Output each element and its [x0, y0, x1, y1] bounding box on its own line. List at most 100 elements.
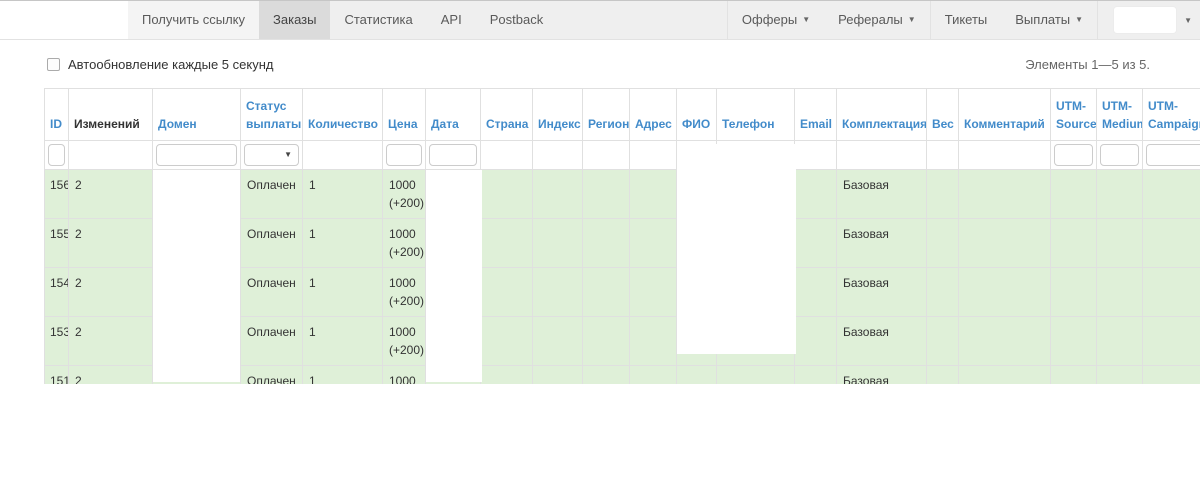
cell-changes: 2	[69, 268, 153, 317]
logo-placeholder	[0, 1, 128, 39]
cell-package: Базовая	[837, 170, 927, 219]
filter-utm-medium-input[interactable]	[1100, 144, 1139, 166]
price-value: 1000	[389, 374, 416, 384]
filter-row: ▼	[45, 141, 1200, 170]
caret-down-icon: ▼	[802, 15, 810, 24]
caret-down-icon: ▼	[1184, 16, 1192, 25]
column-header-quantity[interactable]: Количество	[303, 89, 383, 141]
cell-quantity: 1	[303, 317, 383, 366]
cell-payment-status: Оплачен	[241, 317, 303, 366]
cell-quantity: 1	[303, 268, 383, 317]
filter-id-input[interactable]	[48, 144, 65, 166]
redaction-date-column	[426, 170, 482, 382]
autorefresh-checkbox[interactable]	[47, 58, 60, 71]
filter-date-input[interactable]	[429, 144, 477, 166]
price-bonus-value: (+200)	[389, 196, 424, 210]
cell-payment-status: Оплачен	[241, 170, 303, 219]
column-header-zip[interactable]: Индекс	[533, 89, 583, 141]
cell-changes: 2	[69, 170, 153, 219]
cell-order-id: 151	[45, 366, 69, 385]
cell-payment-status: Оплачен	[241, 268, 303, 317]
column-header-date[interactable]: Дата	[426, 89, 481, 141]
column-header-changes: Изменений	[69, 89, 153, 141]
price-bonus-value: (+200)	[389, 343, 424, 357]
column-header-email[interactable]: Email	[795, 89, 837, 141]
price-bonus-value: (+200)	[389, 294, 424, 308]
nav-item-tickets[interactable]: Тикеты	[930, 1, 1002, 39]
nav-item-statistics[interactable]: Статистика	[330, 1, 426, 39]
nav-item-offers[interactable]: Офферы ▼	[727, 1, 824, 39]
username-placeholder	[1114, 7, 1176, 33]
nav-item-postback[interactable]: Postback	[476, 1, 557, 39]
cell-package: Базовая	[837, 366, 927, 385]
caret-down-icon: ▼	[284, 150, 292, 159]
column-header-phone[interactable]: Телефон	[717, 89, 795, 141]
column-header-domain[interactable]: Домен	[153, 89, 241, 141]
caret-down-icon: ▼	[908, 15, 916, 24]
cell-package: Базовая	[837, 268, 927, 317]
cell-order-id: 154	[45, 268, 69, 317]
filter-domain-input[interactable]	[156, 144, 237, 166]
cell-order-id: 153	[45, 317, 69, 366]
redaction-fio-phone-columns	[677, 144, 796, 354]
nav-item-payouts-label: Выплаты	[1015, 12, 1070, 27]
orders-table-container: ID Изменений Домен Статус выплаты Количе…	[44, 88, 1200, 384]
cell-quantity: 1	[303, 170, 383, 219]
price-bonus-value: (+200)	[389, 245, 424, 259]
column-header-id[interactable]: ID	[45, 89, 69, 141]
nav-item-referrals-label: Рефералы	[838, 12, 903, 27]
cell-payment-status: Оплачен	[241, 219, 303, 268]
column-header-country[interactable]: Страна	[481, 89, 533, 141]
cell-price: 1000 (+200)	[383, 317, 426, 366]
cell-changes: 2	[69, 317, 153, 366]
price-value: 1000	[389, 276, 416, 290]
cell-changes: 2	[69, 366, 153, 385]
cell-order-id: 156	[45, 170, 69, 219]
nav-item-orders[interactable]: Заказы	[259, 1, 330, 39]
cell-quantity: 1	[303, 366, 383, 385]
column-header-price[interactable]: Цена	[383, 89, 426, 141]
nav-item-offers-label: Офферы	[742, 12, 797, 27]
column-header-utm-medium[interactable]: UTM-Medium	[1097, 89, 1143, 141]
autorefresh-label: Автообновление каждые 5 секунд	[68, 57, 273, 72]
cell-price: 1000 (+200)	[383, 170, 426, 219]
price-value: 1000	[389, 178, 416, 192]
nav-item-api[interactable]: API	[427, 1, 476, 39]
table-toolbar: Автообновление каждые 5 секунд Элементы …	[0, 54, 1200, 86]
filter-utm-campaign-input[interactable]	[1146, 144, 1200, 166]
header-row: ID Изменений Домен Статус выплаты Количе…	[45, 89, 1200, 141]
cell-package: Базовая	[837, 219, 927, 268]
cell-package: Базовая	[837, 317, 927, 366]
cell-payment-status: Оплачен	[241, 366, 303, 385]
nav-item-referrals[interactable]: Рефералы ▼	[824, 1, 930, 39]
cell-quantity: 1	[303, 219, 383, 268]
nav-item-payouts[interactable]: Выплаты ▼	[1001, 1, 1097, 39]
filter-price-input[interactable]	[386, 144, 422, 166]
filter-utm-source-input[interactable]	[1054, 144, 1093, 166]
column-header-region[interactable]: Регион	[583, 89, 630, 141]
column-header-comment[interactable]: Комментарий	[959, 89, 1051, 141]
column-header-address[interactable]: Адрес	[630, 89, 677, 141]
filter-payment-status-select[interactable]: ▼	[244, 144, 299, 166]
price-value: 1000	[389, 325, 416, 339]
price-value: 1000	[389, 227, 416, 241]
column-header-package[interactable]: Комплектация	[837, 89, 927, 141]
cell-order-id: 155	[45, 219, 69, 268]
cell-price: 1000 (+200)	[383, 268, 426, 317]
user-menu[interactable]: ▼	[1097, 1, 1200, 39]
items-count-summary: Элементы 1—5 из 5.	[1025, 57, 1150, 72]
cell-price: 1000 (+200)	[383, 219, 426, 268]
navbar-right-group: Офферы ▼ Рефералы ▼ Тикеты Выплаты ▼ ▼	[727, 1, 1200, 39]
column-header-fio[interactable]: ФИО	[677, 89, 717, 141]
column-header-utm-source[interactable]: UTM-Source	[1051, 89, 1097, 141]
column-header-utm-campaign[interactable]: UTM-Campaign	[1143, 89, 1200, 141]
cell-changes: 2	[69, 219, 153, 268]
nav-item-get-link[interactable]: Получить ссылку	[128, 1, 259, 39]
caret-down-icon: ▼	[1075, 15, 1083, 24]
autorefresh-toggle[interactable]: Автообновление каждые 5 секунд	[47, 57, 273, 72]
column-header-payment-status[interactable]: Статус выплаты	[241, 89, 303, 141]
column-header-weight[interactable]: Вес	[927, 89, 959, 141]
top-navbar: Получить ссылку Заказы Статистика API Po…	[0, 0, 1200, 40]
cell-price: 1000(+200)	[383, 366, 426, 385]
redaction-domain-column	[153, 170, 240, 382]
